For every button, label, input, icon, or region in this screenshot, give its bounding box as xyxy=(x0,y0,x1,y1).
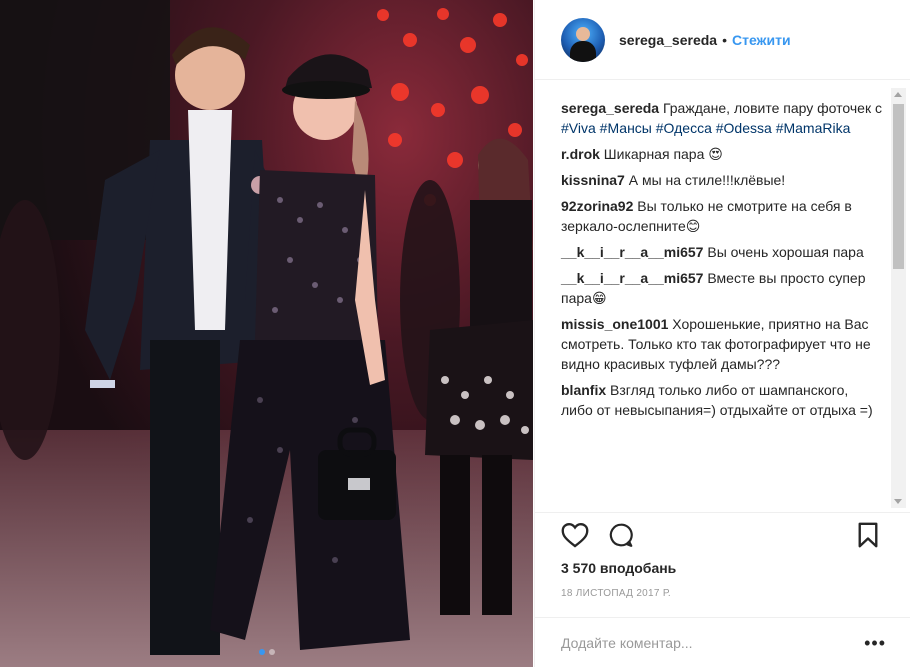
avatar-figure xyxy=(570,40,596,62)
carousel-dot-active[interactable] xyxy=(258,649,265,655)
photo-image xyxy=(0,0,533,667)
comment-text: Шикарная пара 😍 xyxy=(603,146,723,162)
ellipsis-icon[interactable]: ••• xyxy=(864,634,886,652)
comment-text: Вы очень хорошая пара xyxy=(707,244,864,260)
bookmark-icon[interactable] xyxy=(857,522,879,553)
comment-username[interactable]: __k__i__r__a__mi657 xyxy=(561,244,703,260)
hashtag-link[interactable]: #Viva xyxy=(561,120,596,136)
avatar-face xyxy=(576,26,590,41)
comment-username[interactable]: r.drok xyxy=(561,146,600,162)
post-author-username[interactable]: serega_sereda xyxy=(619,32,717,48)
comment-item: __k__i__r__a__mi657 Вы очень хорошая пар… xyxy=(561,242,882,262)
hashtag-link[interactable]: #MamaRika xyxy=(776,120,851,136)
comment-item: r.drok Шикарная пара 😍 xyxy=(561,144,882,164)
carousel-indicator xyxy=(0,649,533,655)
comments-scrollbar[interactable] xyxy=(891,88,906,508)
post-actions xyxy=(535,512,910,556)
header-separator: • xyxy=(722,31,727,48)
hashtag-link[interactable]: #Мансы xyxy=(600,120,652,136)
comment-text: Взгляд только либо от шампанского, либо … xyxy=(561,382,873,418)
comment-text: А мы на стиле!!!клёвые! xyxy=(628,172,786,188)
likes-count[interactable]: 3 570 вподобань xyxy=(561,560,676,576)
comment-item: missis_one1001 Хорошенькие, приятно на В… xyxy=(561,314,882,374)
caption-username[interactable]: serega_sereda xyxy=(561,100,659,116)
hashtag-link[interactable]: #Odessa xyxy=(716,120,772,136)
add-comment-bar: ••• xyxy=(535,617,910,667)
comment-username[interactable]: kissnina7 xyxy=(561,172,625,188)
post-date[interactable]: 18 листопад 2017 р. xyxy=(561,588,671,599)
scroll-down-arrow-icon[interactable] xyxy=(894,499,902,504)
carousel-dot[interactable] xyxy=(268,649,275,655)
heart-icon[interactable] xyxy=(561,522,589,553)
comment-username[interactable]: 92zorina92 xyxy=(561,198,633,214)
comment-username[interactable]: missis_one1001 xyxy=(561,316,668,332)
scrollbar-thumb[interactable] xyxy=(893,104,904,269)
comment-item: __k__i__r__a__mi657 Вместе вы просто суп… xyxy=(561,268,882,308)
comments-list[interactable]: serega_sereda Граждане, ловите пару фото… xyxy=(535,81,910,511)
caption-text: Граждане, ловите пару фоточек с xyxy=(662,100,882,116)
comment-item: blanfix Взгляд только либо от шампанског… xyxy=(561,380,882,420)
comment-item: kissnina7 А мы на стиле!!!клёвые! xyxy=(561,170,882,190)
follow-button[interactable]: Стежити xyxy=(732,32,791,48)
comment-item: 92zorina92 Вы только не смотрите на себя… xyxy=(561,196,882,236)
comment-username[interactable]: __k__i__r__a__mi657 xyxy=(561,270,703,286)
scroll-up-arrow-icon[interactable] xyxy=(894,92,902,97)
speech-bubble-icon[interactable] xyxy=(607,522,635,553)
comment-input[interactable] xyxy=(561,634,865,651)
avatar[interactable] xyxy=(561,17,605,62)
post-photo[interactable] xyxy=(0,0,533,667)
comment-username[interactable]: blanfix xyxy=(561,382,606,398)
post-header: serega_sereda • Стежити xyxy=(535,0,910,80)
hashtag-link[interactable]: #Одесса xyxy=(656,120,712,136)
post-sidebar: serega_sereda • Стежити serega_sereda Гр… xyxy=(534,0,910,667)
caption: serega_sereda Граждане, ловите пару фото… xyxy=(561,98,882,138)
